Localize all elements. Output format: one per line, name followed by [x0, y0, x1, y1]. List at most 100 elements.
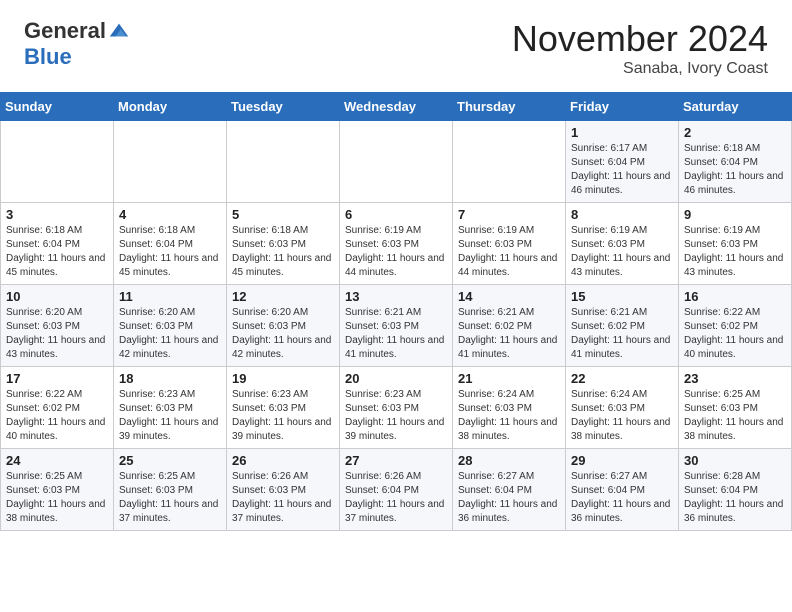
calendar-cell: 27Sunrise: 6:26 AM Sunset: 6:04 PM Dayli…	[340, 449, 453, 531]
calendar-cell	[227, 121, 340, 203]
calendar-week-2: 3 Sunrise: 6:18 AM Sunset: 6:04 PM Daylig…	[1, 203, 792, 285]
calendar-cell: 20 Sunrise: 6:23 AM Sunset: 6:03 PM Dayli…	[340, 367, 453, 449]
calendar-cell: 29 Sunrise: 6:27 AM Sunset: 6:04 PM Dayli…	[566, 449, 679, 531]
calendar-cell: 16 Sunrise: 6:22 AM Sunset: 6:02 PM Dayli…	[679, 285, 792, 367]
day-number: 14	[458, 289, 560, 304]
day-number: 4	[119, 207, 221, 222]
day-info: Sunrise: 6:20 AM Sunset: 6:03 PM Dayligh…	[6, 306, 108, 362]
calendar-cell	[340, 121, 453, 203]
day-info: Sunrise: 6:18 AM Sunset: 6:04 PM Dayligh…	[6, 224, 108, 280]
day-info: Sunrise: 6:19 AM Sunset: 6:03 PM Dayligh…	[684, 224, 786, 280]
day-info: Sunrise: 6:21 AM Sunset: 6:02 PM Dayligh…	[458, 306, 560, 362]
calendar-cell: 14 Sunrise: 6:21 AM Sunset: 6:02 PM Dayli…	[453, 285, 566, 367]
calendar-week-4: 17Sunrise: 6:22 AM Sunset: 6:02 PM Dayli…	[1, 367, 792, 449]
column-header-monday: Monday	[114, 93, 227, 121]
logo-icon	[108, 20, 130, 42]
day-info: Sunrise: 6:21 AM Sunset: 6:02 PM Dayligh…	[571, 306, 673, 362]
calendar-cell: 19 Sunrise: 6:23 AM Sunset: 6:03 PM Dayli…	[227, 367, 340, 449]
calendar-week-5: 24Sunrise: 6:25 AM Sunset: 6:03 PM Dayli…	[1, 449, 792, 531]
day-info: Sunrise: 6:25 AM Sunset: 6:03 PM Dayligh…	[684, 388, 786, 444]
day-number: 30	[684, 453, 786, 468]
day-number: 9	[684, 207, 786, 222]
day-info: Sunrise: 6:24 AM Sunset: 6:03 PM Dayligh…	[458, 388, 560, 444]
logo-blue-text: Blue	[24, 44, 72, 70]
column-header-tuesday: Tuesday	[227, 93, 340, 121]
day-number: 18	[119, 371, 221, 386]
day-info: Sunrise: 6:18 AM Sunset: 6:04 PM Dayligh…	[119, 224, 221, 280]
day-info: Sunrise: 6:19 AM Sunset: 6:03 PM Dayligh…	[345, 224, 447, 280]
day-info: Sunrise: 6:19 AM Sunset: 6:03 PM Dayligh…	[571, 224, 673, 280]
day-info: Sunrise: 6:27 AM Sunset: 6:04 PM Dayligh…	[458, 470, 560, 526]
calendar-cell: 26Sunrise: 6:26 AM Sunset: 6:03 PM Dayli…	[227, 449, 340, 531]
calendar-header: SundayMondayTuesdayWednesdayThursdayFrid…	[1, 93, 792, 121]
calendar-cell: 11 Sunrise: 6:20 AM Sunset: 6:03 PM Dayli…	[114, 285, 227, 367]
day-info: Sunrise: 6:28 AM Sunset: 6:04 PM Dayligh…	[684, 470, 786, 526]
calendar-table: SundayMondayTuesdayWednesdayThursdayFrid…	[0, 92, 792, 531]
day-info: Sunrise: 6:21 AM Sunset: 6:03 PM Dayligh…	[345, 306, 447, 362]
day-number: 7	[458, 207, 560, 222]
day-info: Sunrise: 6:18 AM Sunset: 6:03 PM Dayligh…	[232, 224, 334, 280]
day-info: Sunrise: 6:18 AM Sunset: 6:04 PM Dayligh…	[684, 142, 786, 198]
calendar-cell: 21 Sunrise: 6:24 AM Sunset: 6:03 PM Dayli…	[453, 367, 566, 449]
day-info: Sunrise: 6:22 AM Sunset: 6:02 PM Dayligh…	[684, 306, 786, 362]
month-title: November 2024	[512, 18, 768, 60]
calendar-cell: 28 Sunrise: 6:27 AM Sunset: 6:04 PM Dayli…	[453, 449, 566, 531]
page-header: General Blue November 2024 Sanaba, Ivory…	[0, 0, 792, 88]
calendar-cell: 7Sunrise: 6:19 AM Sunset: 6:03 PM Daylig…	[453, 203, 566, 285]
day-info: Sunrise: 6:20 AM Sunset: 6:03 PM Dayligh…	[232, 306, 334, 362]
calendar-cell: 17Sunrise: 6:22 AM Sunset: 6:02 PM Dayli…	[1, 367, 114, 449]
calendar-cell	[1, 121, 114, 203]
calendar-cell: 5 Sunrise: 6:18 AM Sunset: 6:03 PM Daylig…	[227, 203, 340, 285]
day-number: 20	[345, 371, 447, 386]
day-number: 11	[119, 289, 221, 304]
day-number: 15	[571, 289, 673, 304]
day-info: Sunrise: 6:24 AM Sunset: 6:03 PM Dayligh…	[571, 388, 673, 444]
column-header-thursday: Thursday	[453, 93, 566, 121]
column-header-wednesday: Wednesday	[340, 93, 453, 121]
day-number: 21	[458, 371, 560, 386]
day-number: 3	[6, 207, 108, 222]
day-number: 5	[232, 207, 334, 222]
day-number: 19	[232, 371, 334, 386]
calendar-cell: 8 Sunrise: 6:19 AM Sunset: 6:03 PM Daylig…	[566, 203, 679, 285]
logo: General Blue	[24, 18, 130, 70]
calendar-cell: 10 Sunrise: 6:20 AM Sunset: 6:03 PM Dayli…	[1, 285, 114, 367]
day-info: Sunrise: 6:25 AM Sunset: 6:03 PM Dayligh…	[6, 470, 108, 526]
day-number: 12	[232, 289, 334, 304]
day-info: Sunrise: 6:27 AM Sunset: 6:04 PM Dayligh…	[571, 470, 673, 526]
calendar-cell: 30 Sunrise: 6:28 AM Sunset: 6:04 PM Dayli…	[679, 449, 792, 531]
logo-general-text: General	[24, 18, 106, 44]
day-info: Sunrise: 6:20 AM Sunset: 6:03 PM Dayligh…	[119, 306, 221, 362]
day-number: 22	[571, 371, 673, 386]
day-info: Sunrise: 6:23 AM Sunset: 6:03 PM Dayligh…	[232, 388, 334, 444]
day-number: 10	[6, 289, 108, 304]
calendar-cell: 3 Sunrise: 6:18 AM Sunset: 6:04 PM Daylig…	[1, 203, 114, 285]
day-number: 8	[571, 207, 673, 222]
calendar-cell: 2Sunrise: 6:18 AM Sunset: 6:04 PM Daylig…	[679, 121, 792, 203]
calendar-cell	[453, 121, 566, 203]
calendar-cell: 6Sunrise: 6:19 AM Sunset: 6:03 PM Daylig…	[340, 203, 453, 285]
day-info: Sunrise: 6:23 AM Sunset: 6:03 PM Dayligh…	[345, 388, 447, 444]
day-number: 25	[119, 453, 221, 468]
calendar-cell: 15 Sunrise: 6:21 AM Sunset: 6:02 PM Dayli…	[566, 285, 679, 367]
day-number: 29	[571, 453, 673, 468]
calendar-week-3: 10 Sunrise: 6:20 AM Sunset: 6:03 PM Dayli…	[1, 285, 792, 367]
day-info: Sunrise: 6:23 AM Sunset: 6:03 PM Dayligh…	[119, 388, 221, 444]
day-number: 16	[684, 289, 786, 304]
title-block: November 2024 Sanaba, Ivory Coast	[512, 18, 768, 78]
day-number: 23	[684, 371, 786, 386]
day-number: 13	[345, 289, 447, 304]
calendar-cell	[114, 121, 227, 203]
column-header-saturday: Saturday	[679, 93, 792, 121]
calendar-cell: 4 Sunrise: 6:18 AM Sunset: 6:04 PM Daylig…	[114, 203, 227, 285]
column-header-friday: Friday	[566, 93, 679, 121]
calendar-cell: 12 Sunrise: 6:20 AM Sunset: 6:03 PM Dayli…	[227, 285, 340, 367]
calendar-body: 1Sunrise: 6:17 AM Sunset: 6:04 PM Daylig…	[1, 121, 792, 531]
day-info: Sunrise: 6:25 AM Sunset: 6:03 PM Dayligh…	[119, 470, 221, 526]
calendar-cell: 1Sunrise: 6:17 AM Sunset: 6:04 PM Daylig…	[566, 121, 679, 203]
day-number: 28	[458, 453, 560, 468]
calendar-cell: 22 Sunrise: 6:24 AM Sunset: 6:03 PM Dayli…	[566, 367, 679, 449]
day-info: Sunrise: 6:22 AM Sunset: 6:02 PM Dayligh…	[6, 388, 108, 444]
calendar-cell: 25 Sunrise: 6:25 AM Sunset: 6:03 PM Dayli…	[114, 449, 227, 531]
calendar-cell: 18 Sunrise: 6:23 AM Sunset: 6:03 PM Dayli…	[114, 367, 227, 449]
